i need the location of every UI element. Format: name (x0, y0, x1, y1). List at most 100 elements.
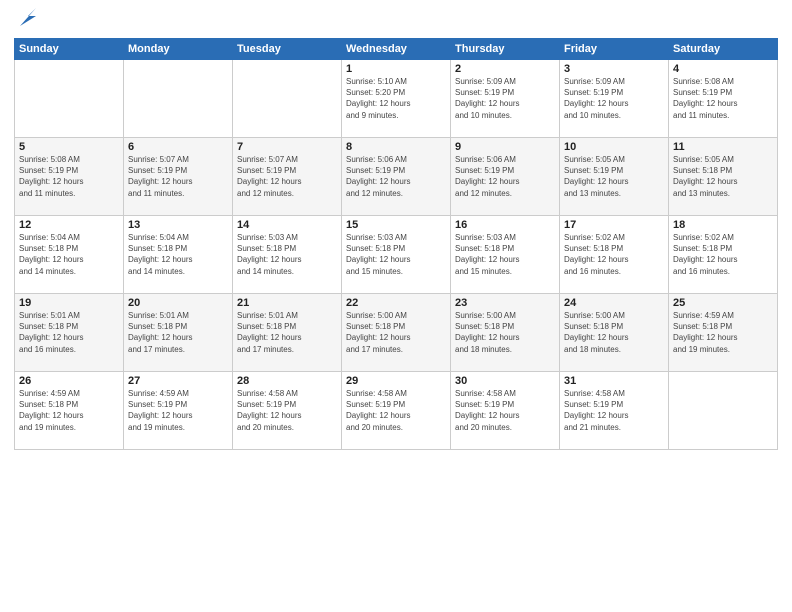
day-number: 24 (564, 297, 664, 309)
day-number: 21 (237, 297, 337, 309)
weekday-header-thursday: Thursday (451, 39, 560, 60)
calendar-cell: 30Sunrise: 4:58 AM Sunset: 5:19 PM Dayli… (451, 372, 560, 450)
day-number: 22 (346, 297, 446, 309)
day-info: Sunrise: 4:59 AM Sunset: 5:18 PM Dayligh… (19, 388, 119, 433)
day-info: Sunrise: 5:04 AM Sunset: 5:18 PM Dayligh… (19, 232, 119, 277)
week-row-4: 19Sunrise: 5:01 AM Sunset: 5:18 PM Dayli… (15, 294, 778, 372)
day-info: Sunrise: 5:07 AM Sunset: 5:19 PM Dayligh… (237, 154, 337, 199)
calendar-cell: 6Sunrise: 5:07 AM Sunset: 5:19 PM Daylig… (124, 138, 233, 216)
day-number: 4 (673, 63, 773, 75)
week-row-1: 1Sunrise: 5:10 AM Sunset: 5:20 PM Daylig… (15, 60, 778, 138)
calendar-cell: 19Sunrise: 5:01 AM Sunset: 5:18 PM Dayli… (15, 294, 124, 372)
day-info: Sunrise: 5:03 AM Sunset: 5:18 PM Dayligh… (455, 232, 555, 277)
weekday-header-monday: Monday (124, 39, 233, 60)
calendar-cell: 27Sunrise: 4:59 AM Sunset: 5:19 PM Dayli… (124, 372, 233, 450)
weekday-header-row: SundayMondayTuesdayWednesdayThursdayFrid… (15, 39, 778, 60)
calendar-cell (233, 60, 342, 138)
day-number: 3 (564, 63, 664, 75)
calendar-cell: 23Sunrise: 5:00 AM Sunset: 5:18 PM Dayli… (451, 294, 560, 372)
day-info: Sunrise: 4:59 AM Sunset: 5:18 PM Dayligh… (673, 310, 773, 355)
calendar-cell: 2Sunrise: 5:09 AM Sunset: 5:19 PM Daylig… (451, 60, 560, 138)
calendar-cell: 5Sunrise: 5:08 AM Sunset: 5:19 PM Daylig… (15, 138, 124, 216)
calendar-cell: 15Sunrise: 5:03 AM Sunset: 5:18 PM Dayli… (342, 216, 451, 294)
weekday-header-saturday: Saturday (669, 39, 778, 60)
day-number: 19 (19, 297, 119, 309)
calendar-cell: 31Sunrise: 4:58 AM Sunset: 5:19 PM Dayli… (560, 372, 669, 450)
day-info: Sunrise: 5:06 AM Sunset: 5:19 PM Dayligh… (346, 154, 446, 199)
day-info: Sunrise: 5:00 AM Sunset: 5:18 PM Dayligh… (346, 310, 446, 355)
weekday-header-wednesday: Wednesday (342, 39, 451, 60)
calendar-cell (124, 60, 233, 138)
day-number: 17 (564, 219, 664, 231)
day-info: Sunrise: 4:58 AM Sunset: 5:19 PM Dayligh… (455, 388, 555, 433)
day-number: 23 (455, 297, 555, 309)
logo-icon (16, 6, 40, 30)
weekday-header-tuesday: Tuesday (233, 39, 342, 60)
calendar-cell: 11Sunrise: 5:05 AM Sunset: 5:18 PM Dayli… (669, 138, 778, 216)
day-info: Sunrise: 5:02 AM Sunset: 5:18 PM Dayligh… (673, 232, 773, 277)
day-info: Sunrise: 5:00 AM Sunset: 5:18 PM Dayligh… (564, 310, 664, 355)
day-info: Sunrise: 5:01 AM Sunset: 5:18 PM Dayligh… (128, 310, 228, 355)
day-info: Sunrise: 4:58 AM Sunset: 5:19 PM Dayligh… (237, 388, 337, 433)
calendar-cell: 4Sunrise: 5:08 AM Sunset: 5:19 PM Daylig… (669, 60, 778, 138)
calendar-table: SundayMondayTuesdayWednesdayThursdayFrid… (14, 38, 778, 450)
calendar-cell: 29Sunrise: 4:58 AM Sunset: 5:19 PM Dayli… (342, 372, 451, 450)
day-info: Sunrise: 5:05 AM Sunset: 5:18 PM Dayligh… (673, 154, 773, 199)
calendar-cell: 17Sunrise: 5:02 AM Sunset: 5:18 PM Dayli… (560, 216, 669, 294)
day-number: 9 (455, 141, 555, 153)
day-number: 16 (455, 219, 555, 231)
day-info: Sunrise: 5:05 AM Sunset: 5:19 PM Dayligh… (564, 154, 664, 199)
calendar-cell: 16Sunrise: 5:03 AM Sunset: 5:18 PM Dayli… (451, 216, 560, 294)
day-info: Sunrise: 5:09 AM Sunset: 5:19 PM Dayligh… (564, 76, 664, 121)
calendar-cell: 14Sunrise: 5:03 AM Sunset: 5:18 PM Dayli… (233, 216, 342, 294)
calendar-cell: 13Sunrise: 5:04 AM Sunset: 5:18 PM Dayli… (124, 216, 233, 294)
day-info: Sunrise: 5:08 AM Sunset: 5:19 PM Dayligh… (19, 154, 119, 199)
day-number: 10 (564, 141, 664, 153)
logo (14, 10, 40, 30)
day-info: Sunrise: 5:01 AM Sunset: 5:18 PM Dayligh… (237, 310, 337, 355)
day-number: 5 (19, 141, 119, 153)
calendar-cell: 10Sunrise: 5:05 AM Sunset: 5:19 PM Dayli… (560, 138, 669, 216)
day-number: 27 (128, 375, 228, 387)
day-info: Sunrise: 5:08 AM Sunset: 5:19 PM Dayligh… (673, 76, 773, 121)
day-number: 31 (564, 375, 664, 387)
day-number: 20 (128, 297, 228, 309)
day-number: 11 (673, 141, 773, 153)
day-number: 14 (237, 219, 337, 231)
day-info: Sunrise: 5:09 AM Sunset: 5:19 PM Dayligh… (455, 76, 555, 121)
day-info: Sunrise: 5:03 AM Sunset: 5:18 PM Dayligh… (237, 232, 337, 277)
calendar-cell: 9Sunrise: 5:06 AM Sunset: 5:19 PM Daylig… (451, 138, 560, 216)
day-info: Sunrise: 5:03 AM Sunset: 5:18 PM Dayligh… (346, 232, 446, 277)
day-number: 26 (19, 375, 119, 387)
calendar-cell: 3Sunrise: 5:09 AM Sunset: 5:19 PM Daylig… (560, 60, 669, 138)
calendar-cell (669, 372, 778, 450)
day-info: Sunrise: 5:00 AM Sunset: 5:18 PM Dayligh… (455, 310, 555, 355)
day-number: 8 (346, 141, 446, 153)
day-number: 30 (455, 375, 555, 387)
day-info: Sunrise: 5:06 AM Sunset: 5:19 PM Dayligh… (455, 154, 555, 199)
weekday-header-friday: Friday (560, 39, 669, 60)
day-info: Sunrise: 5:01 AM Sunset: 5:18 PM Dayligh… (19, 310, 119, 355)
day-info: Sunrise: 5:04 AM Sunset: 5:18 PM Dayligh… (128, 232, 228, 277)
week-row-2: 5Sunrise: 5:08 AM Sunset: 5:19 PM Daylig… (15, 138, 778, 216)
calendar-cell: 1Sunrise: 5:10 AM Sunset: 5:20 PM Daylig… (342, 60, 451, 138)
day-number: 28 (237, 375, 337, 387)
day-number: 7 (237, 141, 337, 153)
calendar-cell: 18Sunrise: 5:02 AM Sunset: 5:18 PM Dayli… (669, 216, 778, 294)
calendar-cell: 7Sunrise: 5:07 AM Sunset: 5:19 PM Daylig… (233, 138, 342, 216)
day-number: 13 (128, 219, 228, 231)
day-info: Sunrise: 4:59 AM Sunset: 5:19 PM Dayligh… (128, 388, 228, 433)
calendar-cell: 26Sunrise: 4:59 AM Sunset: 5:18 PM Dayli… (15, 372, 124, 450)
calendar-cell: 21Sunrise: 5:01 AM Sunset: 5:18 PM Dayli… (233, 294, 342, 372)
calendar-cell: 20Sunrise: 5:01 AM Sunset: 5:18 PM Dayli… (124, 294, 233, 372)
calendar-cell (15, 60, 124, 138)
day-number: 2 (455, 63, 555, 75)
day-number: 6 (128, 141, 228, 153)
page-header (14, 10, 778, 30)
calendar-cell: 8Sunrise: 5:06 AM Sunset: 5:19 PM Daylig… (342, 138, 451, 216)
calendar-cell: 24Sunrise: 5:00 AM Sunset: 5:18 PM Dayli… (560, 294, 669, 372)
calendar-cell: 25Sunrise: 4:59 AM Sunset: 5:18 PM Dayli… (669, 294, 778, 372)
day-number: 15 (346, 219, 446, 231)
day-number: 18 (673, 219, 773, 231)
day-info: Sunrise: 5:02 AM Sunset: 5:18 PM Dayligh… (564, 232, 664, 277)
